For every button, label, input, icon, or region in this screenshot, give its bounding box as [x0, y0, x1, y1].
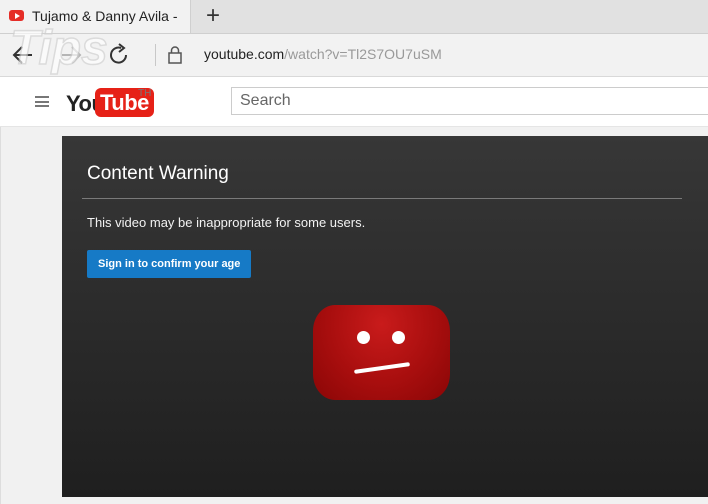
- url-path: /watch?v=Tl2S7OU7uSM: [284, 46, 442, 62]
- left-eye: [357, 331, 370, 344]
- sign-in-confirm-age-button[interactable]: Sign in to confirm your age: [87, 250, 252, 278]
- mouth: [353, 362, 411, 374]
- lock-icon[interactable]: [166, 45, 184, 65]
- content-warning-title: Content Warning: [87, 163, 229, 184]
- youtube-header: You Tube TH: [0, 77, 708, 127]
- svg-text:Tips: Tips: [10, 22, 108, 75]
- new-tab-button[interactable]: +: [206, 3, 220, 29]
- video-player: Content Warning This video may be inappr…: [62, 136, 708, 497]
- right-eye: [392, 331, 405, 344]
- hamburger-menu-icon[interactable]: [35, 96, 49, 107]
- tips-watermark-logo: Tips: [9, 21, 108, 76]
- content-warning-message: This video may be inappropriate for some…: [87, 215, 366, 230]
- url-field[interactable]: youtube.com/watch?v=Tl2S7OU7uSM: [204, 46, 442, 62]
- url-host: youtube.com: [204, 46, 285, 62]
- logo-region-code: TH: [138, 88, 152, 99]
- sad-tv-icon: [313, 305, 450, 400]
- warning-divider: [82, 198, 682, 199]
- search-input[interactable]: [231, 87, 708, 115]
- page-edge-divider: [0, 127, 1, 504]
